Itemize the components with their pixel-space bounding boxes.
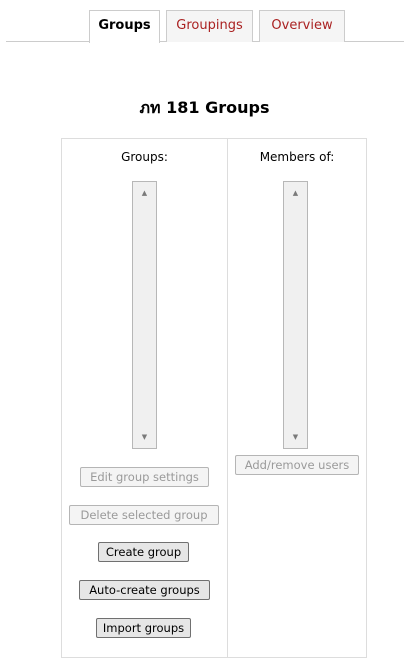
scroll-down-icon[interactable]: ▼ [133,432,156,442]
column-divider [227,138,228,658]
members-select[interactable]: ▲ ▼ [283,181,308,449]
page-title: ภท 181 Groups [139,98,270,117]
delete-selected-group-button[interactable]: Delete selected group [69,505,219,525]
auto-create-groups-button[interactable]: Auto-create groups [79,580,210,600]
tab-overview[interactable]: Overview [259,10,345,42]
scroll-up-icon[interactable]: ▲ [133,188,156,198]
create-group-button[interactable]: Create group [98,542,189,562]
tab-groups[interactable]: Groups [89,10,160,43]
edit-group-settings-button[interactable]: Edit group settings [80,467,209,487]
scroll-up-icon[interactable]: ▲ [284,188,307,198]
tab-groupings[interactable]: Groupings [166,10,253,42]
groups-select[interactable]: ▲ ▼ [132,181,157,449]
import-groups-button[interactable]: Import groups [96,618,191,638]
add-remove-users-button[interactable]: Add/remove users [235,455,359,475]
members-label: Members of: [259,150,335,164]
scroll-down-icon[interactable]: ▼ [284,432,307,442]
groups-label: Groups: [121,150,168,164]
